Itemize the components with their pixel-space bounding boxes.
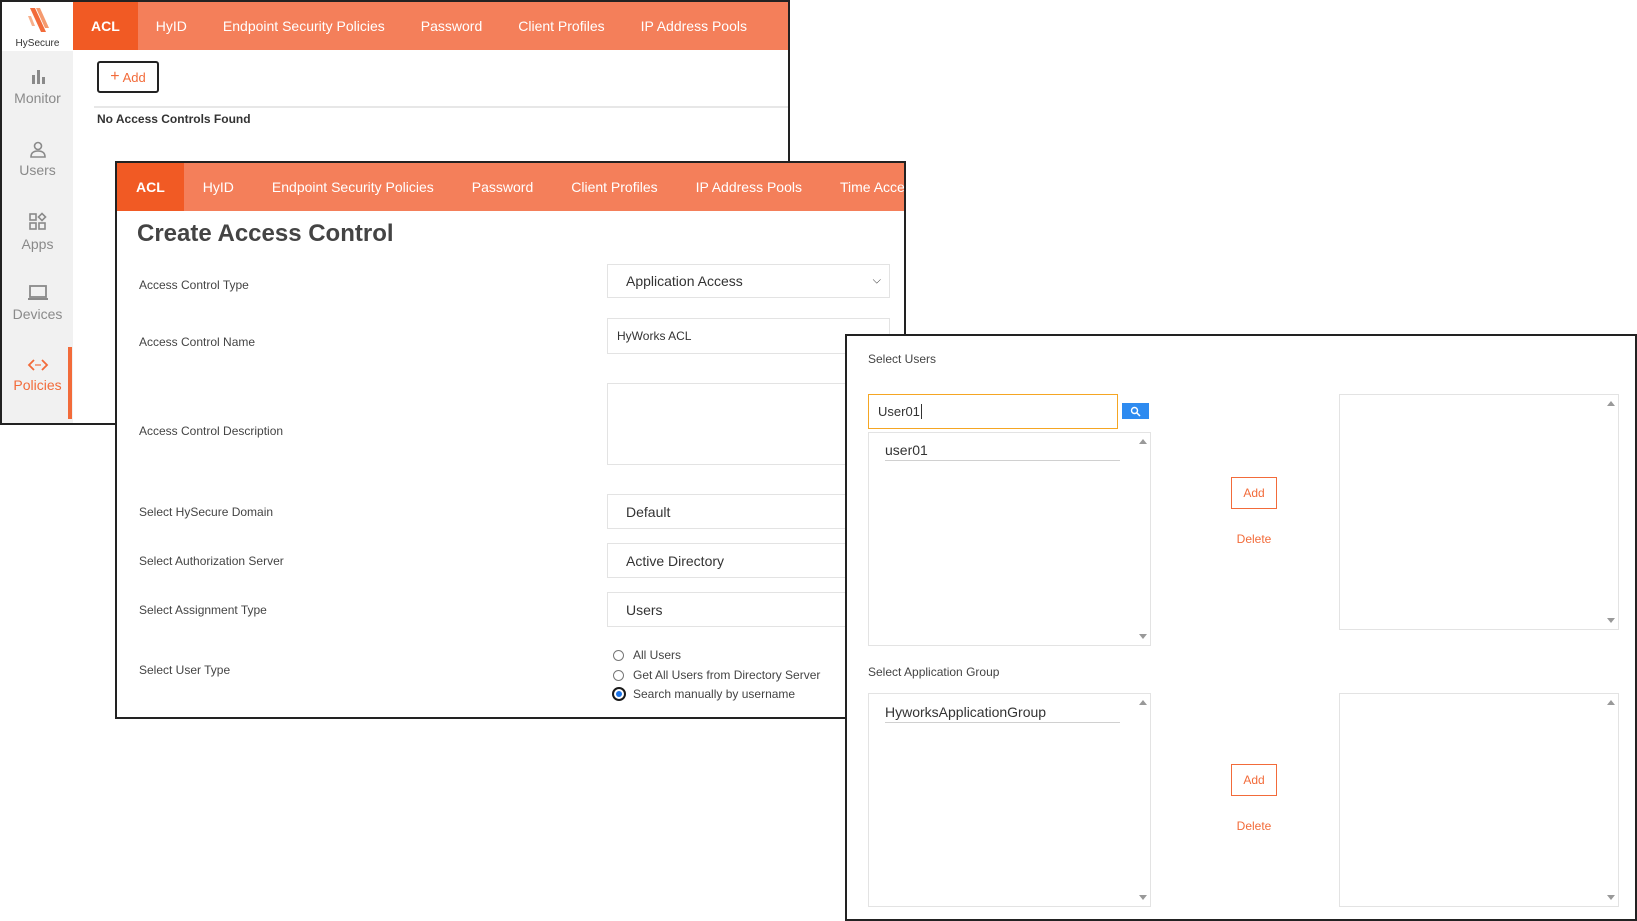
scrollbar[interactable] [1604, 395, 1618, 629]
authorization-server-label: Select Authorization Server [139, 554, 284, 568]
hysecure-logo[interactable]: HySecure [2, 2, 73, 51]
sidebar-item-users[interactable]: Users [2, 140, 73, 178]
selected-users-list[interactable] [1339, 394, 1619, 630]
scrollbar[interactable] [1136, 694, 1150, 906]
scroll-down-icon[interactable] [1139, 895, 1147, 900]
plus-icon: + [110, 68, 120, 85]
hysecure-logo-icon [28, 8, 49, 32]
access-control-type-label: Access Control Type [139, 278, 249, 292]
laptop-icon [27, 285, 48, 300]
divider [94, 106, 788, 108]
sidebar-item-label: Monitor [14, 90, 61, 106]
user-results-list[interactable]: user01 [868, 432, 1151, 646]
logo-text: HySecure [15, 38, 60, 49]
scroll-up-icon[interactable] [1607, 700, 1615, 705]
radio-label: Get All Users from Directory Server [633, 668, 821, 682]
scroll-down-icon[interactable] [1139, 634, 1147, 639]
select-application-group-label: Select Application Group [868, 665, 1000, 679]
add-user-button[interactable]: Add [1231, 477, 1277, 509]
select-users-window: Select Users User01 user01 Add Delete Se… [845, 334, 1637, 921]
sidebar-item-devices[interactable]: Devices [2, 284, 73, 322]
hysecure-domain-value: Default [626, 503, 671, 520]
tab-ip-address-pools[interactable]: IP Address Pools [623, 2, 765, 50]
page-title: Create Access Control [137, 220, 394, 247]
chevron-down-icon: ⌵ [872, 274, 881, 287]
list-item[interactable]: HyworksApplicationGroup [885, 704, 1120, 723]
assignment-type-value: Users [626, 601, 663, 618]
tab-hyid[interactable]: HyID [138, 2, 205, 50]
radio-directory-users[interactable]: Get All Users from Directory Server [613, 668, 820, 682]
selected-groups-list[interactable] [1339, 693, 1619, 907]
add-acl-label: Add [122, 69, 146, 85]
radio-button-selected[interactable] [612, 687, 626, 701]
tab-password[interactable]: Password [403, 2, 500, 50]
access-control-type-value: Application Access [626, 273, 743, 289]
tab-endpoint-security-policies[interactable]: Endpoint Security Policies [253, 163, 453, 211]
sidebar-item-label: Users [19, 162, 56, 178]
add-group-button[interactable]: Add [1231, 764, 1277, 796]
radio-label: All Users [633, 648, 682, 662]
user-icon [29, 141, 46, 158]
tab-ip-address-pools[interactable]: IP Address Pools [677, 163, 821, 211]
user-search-value: User01 [878, 404, 920, 419]
authorization-server-value: Active Directory [626, 552, 725, 569]
tab-acl[interactable]: ACL [73, 2, 138, 50]
code-arrows-icon [27, 359, 48, 371]
user-type-label: Select User Type [139, 663, 231, 677]
radio-label: Search manually by username [633, 687, 796, 701]
access-control-description-label: Access Control Description [139, 424, 284, 438]
scroll-down-icon[interactable] [1607, 618, 1615, 623]
sidebar-item-label: Devices [12, 306, 63, 322]
assignment-type-label: Select Assignment Type [139, 603, 267, 617]
hysecure-domain-label: Select HySecure Domain [139, 505, 274, 519]
tab-client-profiles[interactable]: Client Profiles [552, 163, 676, 211]
scroll-up-icon[interactable] [1139, 439, 1147, 444]
user-search-input[interactable]: User01 [868, 394, 1118, 429]
search-icon [1130, 406, 1141, 417]
radio-button[interactable] [613, 649, 624, 661]
scrollbar[interactable] [1604, 694, 1618, 906]
active-indicator [68, 347, 72, 419]
tab-endpoint-security-policies[interactable]: Endpoint Security Policies [205, 2, 403, 50]
access-control-type-select[interactable]: Application Access ⌵ [607, 264, 890, 298]
tab-bar: ACL HyID Endpoint Security Policies Pass… [73, 2, 788, 50]
tab-time-access[interactable]: Time Acce [821, 163, 904, 211]
create-access-control-window: ACL HyID Endpoint Security Policies Pass… [115, 161, 906, 719]
sidebar-item-apps[interactable]: Apps [2, 212, 73, 252]
sidebar-item-label: Policies [13, 377, 62, 393]
radio-all-users[interactable]: All Users [613, 648, 681, 662]
search-button[interactable] [1122, 403, 1149, 419]
delete-user-link[interactable]: Delete [1231, 532, 1277, 546]
tab-bar: ACL HyID Endpoint Security Policies Pass… [117, 163, 904, 211]
tab-acl[interactable]: ACL [117, 163, 184, 211]
tab-client-profiles[interactable]: Client Profiles [500, 2, 622, 50]
sidebar: HySecure Monitor Users Apps Devices Poli… [2, 2, 73, 423]
select-users-label: Select Users [868, 352, 937, 366]
access-control-name-value: HyWorks ACL [617, 329, 692, 343]
delete-group-link[interactable]: Delete [1231, 819, 1277, 833]
radio-search-manually[interactable]: Search manually by username [612, 687, 796, 701]
tab-hyid[interactable]: HyID [184, 163, 253, 211]
empty-message: No Access Controls Found [97, 112, 251, 126]
scrollbar[interactable] [1136, 433, 1150, 645]
bar-chart-icon [31, 70, 45, 84]
sidebar-item-monitor[interactable]: Monitor [2, 68, 73, 106]
list-item[interactable]: user01 [885, 442, 1120, 461]
sidebar-item-policies[interactable]: Policies [2, 357, 73, 393]
application-group-list[interactable]: HyworksApplicationGroup [868, 693, 1151, 907]
scroll-up-icon[interactable] [1607, 401, 1615, 406]
tab-password[interactable]: Password [453, 163, 552, 211]
access-control-name-label: Access Control Name [139, 335, 256, 349]
add-acl-button[interactable]: + Add [97, 61, 159, 93]
apps-icon [28, 212, 47, 230]
radio-button[interactable] [613, 669, 624, 681]
sidebar-item-label: Apps [21, 236, 54, 252]
scroll-down-icon[interactable] [1607, 895, 1615, 900]
text-caret [920, 404, 922, 419]
scroll-up-icon[interactable] [1139, 700, 1147, 705]
